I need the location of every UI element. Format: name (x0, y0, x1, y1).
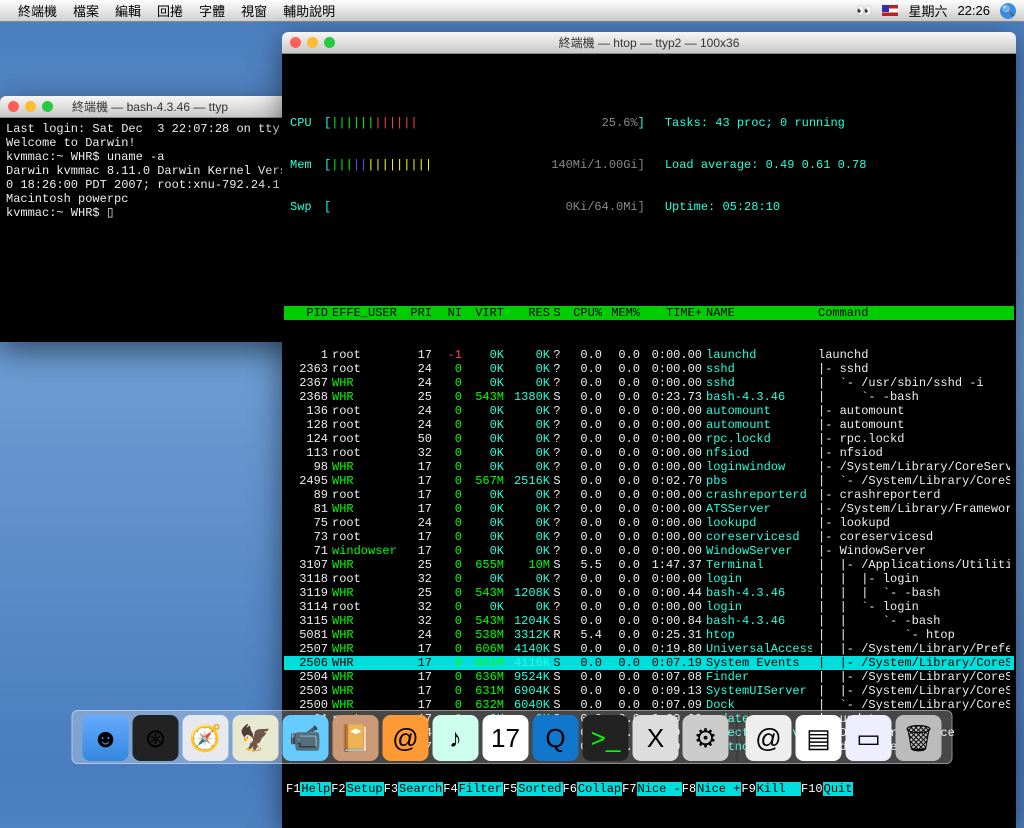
dock-addressbook-icon[interactable]: 📔 (333, 715, 379, 761)
loadavg-line: Load average: 0.49 0.61 0.78 (665, 158, 1008, 172)
process-row[interactable]: 89 root 17 0 0K 0K ? 0.0 0.0 0:00.00 cra… (284, 488, 1014, 502)
process-row[interactable]: 1 root 17 -1 0K 0K ? 0.0 0.0 0:00.00 lau… (284, 348, 1014, 362)
fkey-F10[interactable]: F10Quit (801, 782, 853, 796)
process-row[interactable]: 2503 WHR 17 0 631M 6904K S 0.0 0.0 0:09.… (284, 684, 1014, 698)
menu-item[interactable]: 回捲 (157, 1, 183, 20)
fkey-F4[interactable]: F4Filter (443, 782, 503, 796)
close-icon[interactable] (290, 37, 301, 48)
dock-mail-icon[interactable]: 🦅 (233, 715, 279, 761)
bash-window[interactable]: 終端機 — bash-4.3.46 — ttyp Last login: Sat… (0, 96, 300, 342)
cpu-meter: CPU[||||||||||||25.6%] (290, 116, 645, 130)
bash-terminal-body[interactable]: Last login: Sat Dec 3 22:07:28 on tty We… (0, 118, 300, 342)
dock-finder-icon[interactable]: ☻ (83, 715, 129, 761)
dock-trash-icon[interactable]: 🗑 (896, 715, 942, 761)
minimize-icon[interactable] (25, 101, 36, 112)
uptime-line: Uptime: 05:28:10 (665, 200, 1008, 214)
process-row[interactable]: 98 WHR 17 0 0K 0K ? 0.0 0.0 0:00.00 logi… (284, 460, 1014, 474)
htop-window[interactable]: 終端機 — htop — ttyp2 — 100x36 CPU[||||||||… (282, 32, 1016, 828)
process-row[interactable]: 73 root 17 0 0K 0K ? 0.0 0.0 0:00.00 cor… (284, 530, 1014, 544)
dock-quicktime-icon[interactable]: Q (533, 715, 579, 761)
process-row[interactable]: 3114 root 32 0 0K 0K ? 0.0 0.0 0:00.00 l… (284, 600, 1014, 614)
menu-app[interactable]: 終端機 (18, 1, 57, 20)
minimize-icon[interactable] (307, 37, 318, 48)
binoculars-icon[interactable]: 👀 (856, 3, 872, 19)
process-row[interactable]: 2367 WHR 24 0 0K 0K ? 0.0 0.0 0:00.00 ss… (284, 376, 1014, 390)
menubar-time: 22:26 (957, 3, 990, 18)
menu-item[interactable]: 編輯 (115, 1, 141, 20)
process-row[interactable]: 75 root 24 0 0K 0K ? 0.0 0.0 0:00.00 loo… (284, 516, 1014, 530)
process-row[interactable]: 136 root 24 0 0K 0K ? 0.0 0.0 0:00.00 au… (284, 404, 1014, 418)
process-row[interactable]: 5081 WHR 24 0 538M 3312K R 5.4 0.0 0:25.… (284, 628, 1014, 642)
fkey-F6[interactable]: F6Collap (563, 782, 623, 796)
fkey-F1[interactable]: F1Help (286, 782, 331, 796)
dock-ichat-icon[interactable]: 📹 (283, 715, 329, 761)
dock[interactable]: ☻⊛🧭🦅📹📔@♪17Q>_X⚙ @▤▭🗑 (72, 710, 953, 764)
dock-terminal-icon[interactable]: >_ (583, 715, 629, 761)
process-row[interactable]: 3115 WHR 32 0 543M 1204K S 0.0 0.0 0:00.… (284, 614, 1014, 628)
fkey-F9[interactable]: F9Kill (741, 782, 801, 796)
input-flag-icon[interactable] (882, 5, 898, 16)
menu-item[interactable]: 輔助說明 (283, 1, 335, 20)
tasks-line: Tasks: 43 proc; 0 running (665, 116, 1008, 130)
fkey-F3[interactable]: F3Search (384, 782, 444, 796)
zoom-icon[interactable] (324, 37, 335, 48)
process-row[interactable]: 2506 WHR 17 0 601M 4116K S 0.0 0.0 0:07.… (284, 656, 1014, 670)
process-row[interactable]: 128 root 24 0 0K 0K ? 0.0 0.0 0:00.00 au… (284, 418, 1014, 432)
menubar-day: 星期六 (908, 1, 947, 20)
close-icon[interactable] (8, 101, 19, 112)
process-row[interactable]: 2363 root 24 0 0K 0K ? 0.0 0.0 0:00.00 s… (284, 362, 1014, 376)
process-row[interactable]: 2507 WHR 17 0 606M 4140K S 0.0 0.0 0:19.… (284, 642, 1014, 656)
process-row[interactable]: 71 windowser 17 0 0K 0K ? 0.0 0.0 0:00.0… (284, 544, 1014, 558)
fkey-F7[interactable]: F7Nice - (622, 782, 682, 796)
menubar[interactable]: 終端機 檔案編輯回捲字體視窗輔助說明 👀 星期六 22:26 🔍 (0, 0, 1024, 22)
fkey-F8[interactable]: F8Nice + (682, 782, 742, 796)
process-row[interactable]: 3119 WHR 25 0 543M 1208K S 0.0 0.0 0:00.… (284, 586, 1014, 600)
dock-network-icon[interactable]: @ (746, 715, 792, 761)
fkey-F5[interactable]: F5Sorted (503, 782, 563, 796)
htop-title: 終端機 — htop — ttyp2 — 100x36 (282, 34, 1016, 51)
process-row[interactable]: 81 WHR 17 0 0K 0K ? 0.0 0.0 0:00.00 ATSS… (284, 502, 1014, 516)
dock-atmail-icon[interactable]: @ (383, 715, 429, 761)
spotlight-icon[interactable]: 🔍 (1000, 3, 1016, 19)
process-row[interactable]: 3118 root 32 0 0K 0K ? 0.0 0.0 0:00.00 l… (284, 572, 1014, 586)
function-keys[interactable]: F1HelpF2SetupF3SearchF4FilterF5SortedF6C… (284, 782, 1014, 796)
mem-meter: Mem[||||||||||||||140Mi/1.00Gi] (290, 158, 645, 172)
dock-dashboard-icon[interactable]: ⊛ (133, 715, 179, 761)
dock-separator (737, 717, 738, 761)
dock-documents-icon[interactable]: ▤ (796, 715, 842, 761)
zoom-icon[interactable] (42, 101, 53, 112)
menu-item[interactable]: 檔案 (73, 1, 99, 20)
dock-x11-icon[interactable]: X (633, 715, 679, 761)
dock-minimized-icon[interactable]: ▭ (846, 715, 892, 761)
bash-titlebar[interactable]: 終端機 — bash-4.3.46 — ttyp (0, 96, 300, 118)
dock-itunes-icon[interactable]: ♪ (433, 715, 479, 761)
menu-item[interactable]: 視窗 (241, 1, 267, 20)
column-headers[interactable]: PID EFFE_USER PRI NI VIRT RES S CPU% MEM… (284, 306, 1014, 320)
fkey-F2[interactable]: F2Setup (331, 782, 383, 796)
dock-safari-icon[interactable]: 🧭 (183, 715, 229, 761)
process-row[interactable]: 124 root 50 0 0K 0K ? 0.0 0.0 0:00.00 rp… (284, 432, 1014, 446)
dock-sysprefs-icon[interactable]: ⚙ (683, 715, 729, 761)
process-row[interactable]: 2495 WHR 17 0 567M 2516K S 0.0 0.0 0:02.… (284, 474, 1014, 488)
htop-titlebar[interactable]: 終端機 — htop — ttyp2 — 100x36 (282, 32, 1016, 54)
process-row[interactable]: 3107 WHR 25 0 655M 10M S 5.5 0.0 1:47.37… (284, 558, 1014, 572)
process-row[interactable]: 2504 WHR 17 0 636M 9524K S 0.0 0.0 0:07.… (284, 670, 1014, 684)
dock-ical-icon[interactable]: 17 (483, 715, 529, 761)
process-row[interactable]: 2368 WHR 25 0 543M 1380K S 0.0 0.0 0:23.… (284, 390, 1014, 404)
swp-meter: Swp[0Ki/64.0Mi] (290, 200, 645, 214)
process-row[interactable]: 113 root 32 0 0K 0K ? 0.0 0.0 0:00.00 nf… (284, 446, 1014, 460)
menu-item[interactable]: 字體 (199, 1, 225, 20)
